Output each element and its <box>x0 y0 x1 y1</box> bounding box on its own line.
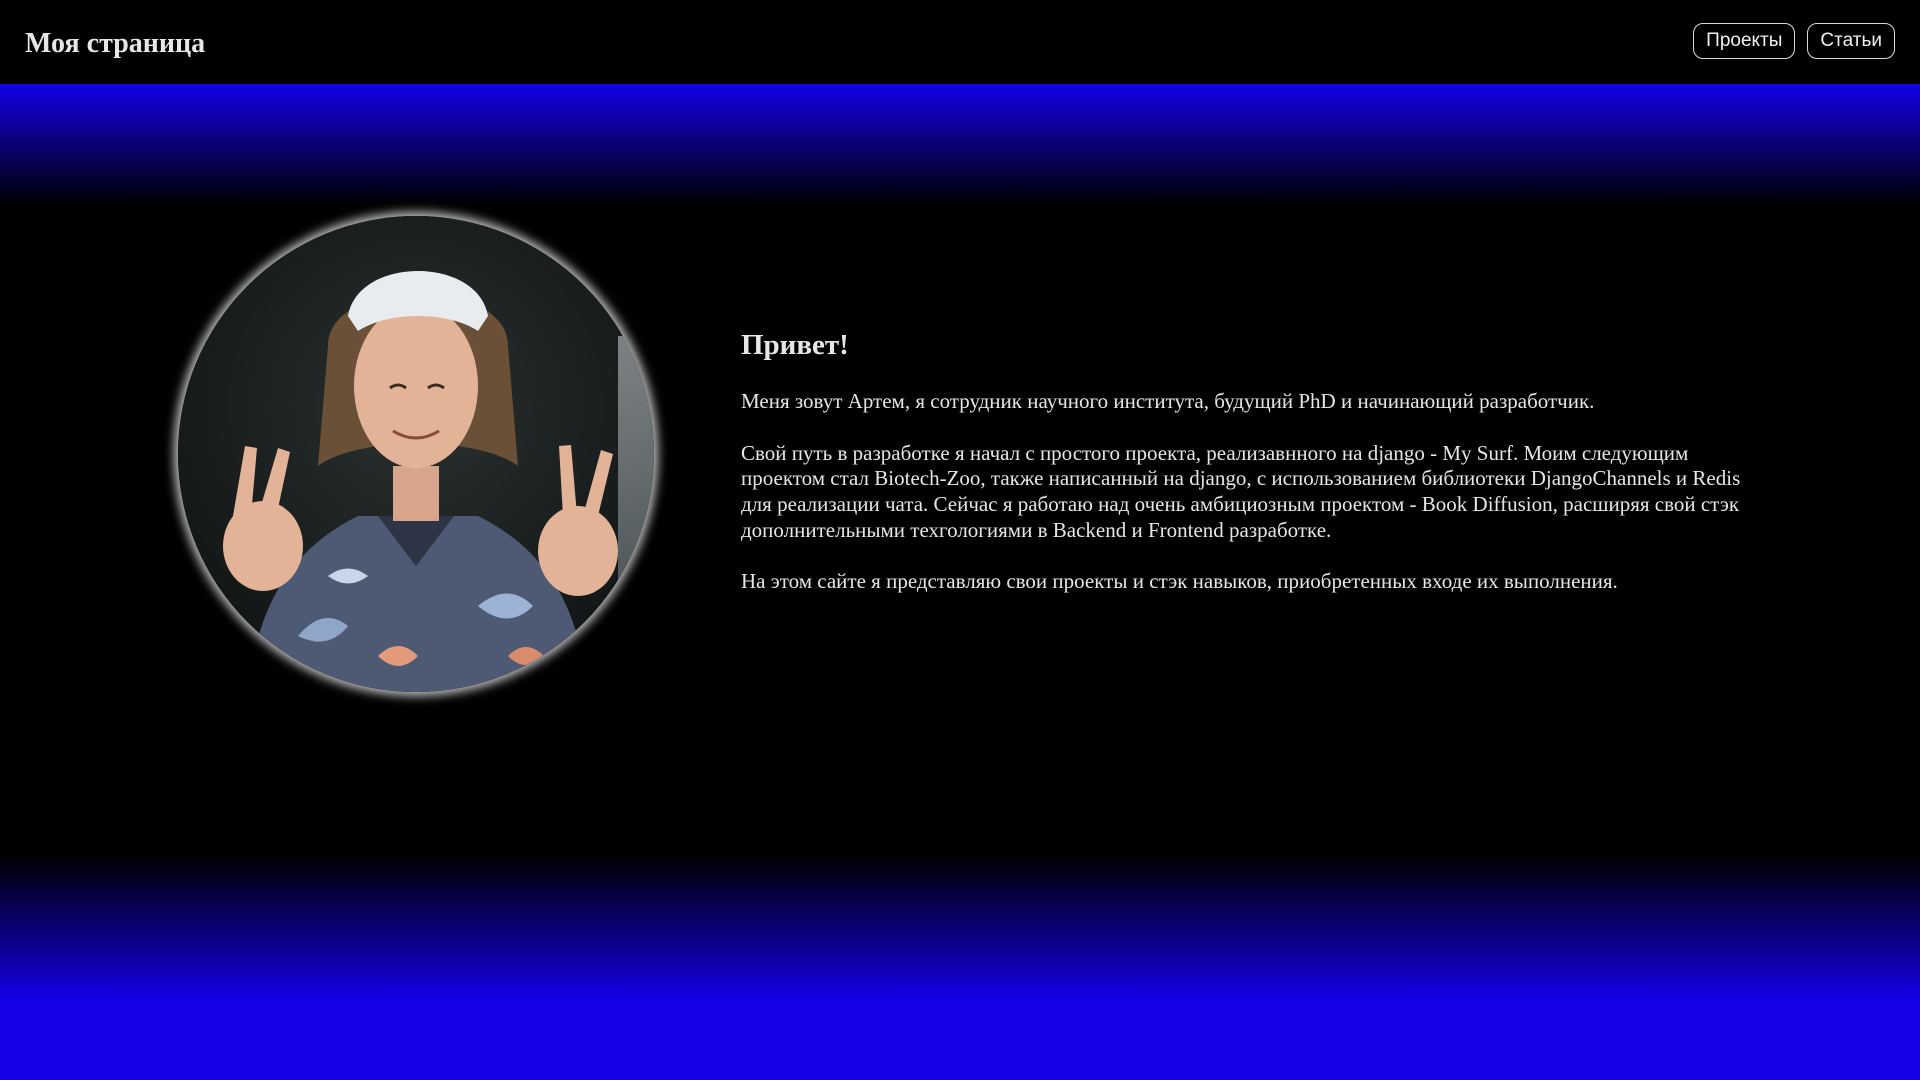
nav-bar: Проекты Статьи <box>1693 23 1895 59</box>
profile-photo-image <box>178 216 654 692</box>
about-paragraph-site: На этом сайте я представляю свои проекты… <box>741 569 1618 594</box>
profile-photo <box>178 216 654 692</box>
site-header: Моя страница Проекты Статьи <box>0 0 1920 84</box>
about-paragraph-journey: Свой путь в разработке я начал с простог… <box>741 440 1741 542</box>
site-title[interactable]: Моя страница <box>25 30 205 58</box>
about-paragraph-intro: Меня зовут Артем, я сотрудник научного и… <box>741 388 1595 413</box>
about-section: Привет! Меня зовут Артем, я сотрудник на… <box>741 328 1771 621</box>
page: Моя страница Проекты Статьи Привет! Меня… <box>0 0 1920 1080</box>
greeting-heading: Привет! <box>741 329 849 361</box>
nav-button-articles[interactable]: Статьи <box>1807 23 1895 59</box>
nav-button-projects[interactable]: Проекты <box>1693 23 1796 59</box>
